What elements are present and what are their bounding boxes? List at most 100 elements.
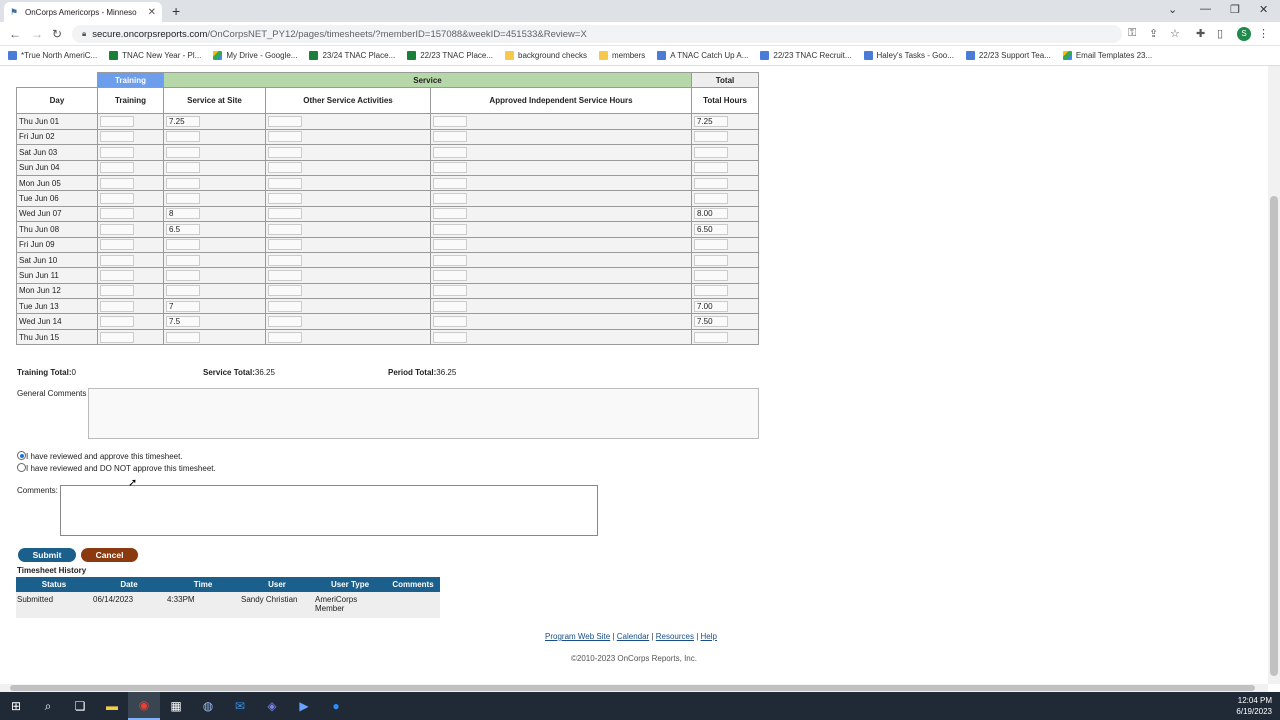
vertical-scroll-thumb[interactable] — [1270, 196, 1278, 676]
horizontal-scrollbar[interactable] — [0, 684, 1268, 692]
approved-independent-cell-input[interactable] — [433, 239, 467, 251]
other-service-cell-input[interactable] — [268, 223, 302, 235]
service-at-site-cell-input[interactable] — [166, 131, 200, 143]
new-tab-icon[interactable]: + — [172, 3, 180, 19]
training-cell-input[interactable] — [100, 254, 134, 266]
footer-link-help[interactable]: Help — [701, 632, 717, 641]
total-hours-cell-input[interactable]: 7.50 — [694, 316, 728, 328]
windows-start-icon[interactable]: ⊞ — [0, 692, 32, 720]
service-at-site-cell-input[interactable]: 7 — [166, 300, 200, 312]
approve-radio[interactable] — [17, 451, 26, 460]
media-player-icon[interactable]: ▶ — [288, 692, 320, 720]
comments-field[interactable] — [60, 485, 598, 536]
approved-independent-cell-input[interactable] — [433, 146, 467, 158]
horizontal-scroll-thumb[interactable] — [10, 685, 1255, 691]
back-icon[interactable]: ← — [9, 27, 21, 41]
approved-independent-cell-input[interactable] — [433, 300, 467, 312]
other-service-cell-input[interactable] — [268, 316, 302, 328]
other-service-cell-input[interactable] — [268, 269, 302, 281]
teams-icon[interactable]: ◈ — [256, 692, 288, 720]
total-hours-cell-input[interactable]: 7.25 — [694, 116, 728, 128]
outlook-icon[interactable]: ✉ — [224, 692, 256, 720]
training-cell-input[interactable] — [100, 208, 134, 220]
approved-independent-cell-input[interactable] — [433, 193, 467, 205]
approved-independent-cell-input[interactable] — [433, 208, 467, 220]
service-at-site-cell-input[interactable]: 7.5 — [166, 316, 200, 328]
total-hours-cell-input[interactable] — [694, 131, 728, 143]
training-cell-input[interactable] — [100, 316, 134, 328]
other-service-cell-input[interactable] — [268, 131, 302, 143]
taskbar-clock[interactable]: 12:04 PM 6/19/2023 — [1236, 695, 1272, 717]
footer-link-program-web-site[interactable]: Program Web Site — [545, 632, 610, 641]
bookmark-item[interactable]: 22/23 TNAC Place... — [407, 51, 493, 60]
bookmark-item[interactable]: Haley's Tasks - Goo... — [863, 51, 954, 60]
file-explorer-icon[interactable]: ▬ — [96, 692, 128, 720]
other-service-cell-input[interactable] — [268, 162, 302, 174]
other-service-cell-input[interactable] — [268, 177, 302, 189]
bookmark-item[interactable]: My Drive - Google... — [213, 51, 297, 60]
approved-independent-cell-input[interactable] — [433, 162, 467, 174]
total-hours-cell-input[interactable]: 6.50 — [694, 223, 728, 235]
training-cell-input[interactable] — [100, 269, 134, 281]
close-tab-icon[interactable]: ✕ — [148, 7, 156, 18]
vertical-scrollbar[interactable] — [1268, 66, 1280, 684]
service-at-site-cell-input[interactable]: 7.25 — [166, 116, 200, 128]
total-hours-cell-input[interactable] — [694, 193, 728, 205]
service-at-site-cell-input[interactable] — [166, 239, 200, 251]
service-at-site-cell-input[interactable] — [166, 254, 200, 266]
total-hours-cell-input[interactable] — [694, 331, 728, 343]
other-service-cell-input[interactable] — [268, 300, 302, 312]
side-panel-icon[interactable]: ▯ — [1217, 27, 1223, 40]
training-cell-input[interactable] — [100, 116, 134, 128]
reload-icon[interactable]: ↻ — [52, 27, 62, 41]
other-service-cell-input[interactable] — [268, 239, 302, 251]
browser-tab[interactable]: ⚑ OnCorps Americorps - Minneso ✕ — [4, 2, 162, 22]
cancel-button[interactable]: Cancel — [81, 548, 138, 562]
total-hours-cell-input[interactable] — [694, 146, 728, 158]
training-cell-input[interactable] — [100, 300, 134, 312]
bookmark-item[interactable]: 23/24 TNAC Place... — [309, 51, 395, 60]
close-window-icon[interactable]: ✕ — [1259, 3, 1268, 16]
approved-independent-cell-input[interactable] — [433, 254, 467, 266]
tab-search-chevron-icon[interactable]: ⌄ — [1168, 3, 1177, 16]
minimize-icon[interactable]: — — [1200, 3, 1211, 15]
service-at-site-cell-input[interactable] — [166, 269, 200, 281]
service-at-site-cell-input[interactable]: 8 — [166, 208, 200, 220]
key-icon[interactable]: ⚿ — [1128, 27, 1136, 40]
training-cell-input[interactable] — [100, 177, 134, 189]
other-service-cell-input[interactable] — [268, 254, 302, 266]
total-hours-cell-input[interactable]: 7.00 — [694, 300, 728, 312]
globe-app-icon[interactable]: ◍ — [192, 692, 224, 720]
training-cell-input[interactable] — [100, 223, 134, 235]
share-icon[interactable]: ⇪ — [1149, 27, 1158, 40]
approved-independent-cell-input[interactable] — [433, 223, 467, 235]
footer-link-calendar[interactable]: Calendar — [617, 632, 649, 641]
approved-independent-cell-input[interactable] — [433, 316, 467, 328]
other-service-cell-input[interactable] — [268, 193, 302, 205]
training-cell-input[interactable] — [100, 162, 134, 174]
extensions-icon[interactable]: ✚ — [1196, 27, 1205, 40]
bookmark-item[interactable]: Email Templates 23... — [1062, 51, 1152, 60]
task-view-icon[interactable]: ❏ — [64, 692, 96, 720]
forward-icon[interactable]: → — [31, 27, 43, 41]
total-hours-cell-input[interactable] — [694, 269, 728, 281]
bookmark-item[interactable]: 22/23 Support Tea... — [965, 51, 1051, 60]
restore-icon[interactable]: ❐ — [1230, 3, 1240, 16]
bookmark-item[interactable]: TNAC New Year - Pl... — [109, 51, 201, 60]
training-cell-input[interactable] — [100, 239, 134, 251]
bookmark-star-icon[interactable]: ☆ — [1170, 27, 1180, 40]
total-hours-cell-input[interactable] — [694, 162, 728, 174]
service-at-site-cell-input[interactable] — [166, 177, 200, 189]
url-field[interactable]: 🔒︎ secure.oncorpsreports.com/OnCorpsNET_… — [72, 25, 1122, 43]
zoom-icon[interactable]: ● — [320, 692, 352, 720]
service-at-site-cell-input[interactable]: 6.5 — [166, 223, 200, 235]
training-cell-input[interactable] — [100, 193, 134, 205]
other-service-cell-input[interactable] — [268, 208, 302, 220]
approved-independent-cell-input[interactable] — [433, 116, 467, 128]
other-service-cell-input[interactable] — [268, 331, 302, 343]
service-at-site-cell-input[interactable] — [166, 331, 200, 343]
profile-avatar[interactable]: S — [1237, 27, 1251, 41]
other-service-cell-input[interactable] — [268, 285, 302, 297]
reject-radio[interactable] — [17, 463, 26, 472]
service-at-site-cell-input[interactable] — [166, 162, 200, 174]
